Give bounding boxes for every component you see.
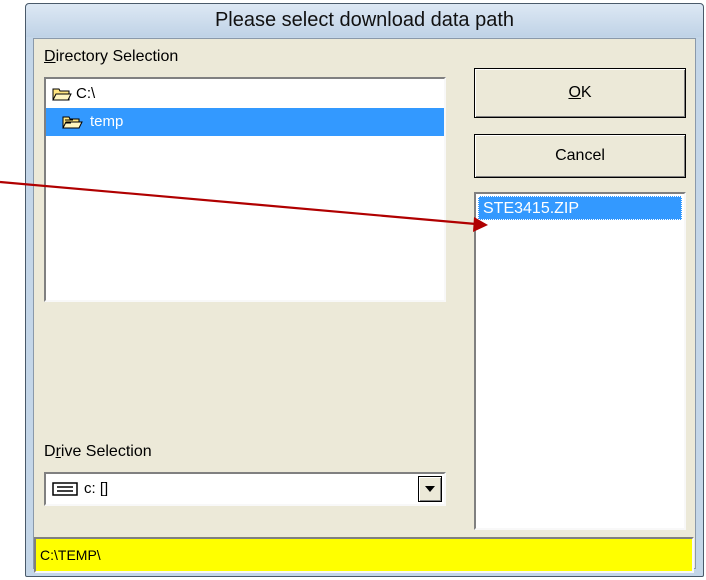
annotation-arrow-line <box>0 180 477 226</box>
annotation-arrow <box>0 180 488 232</box>
annotation-arrowhead <box>473 217 488 232</box>
